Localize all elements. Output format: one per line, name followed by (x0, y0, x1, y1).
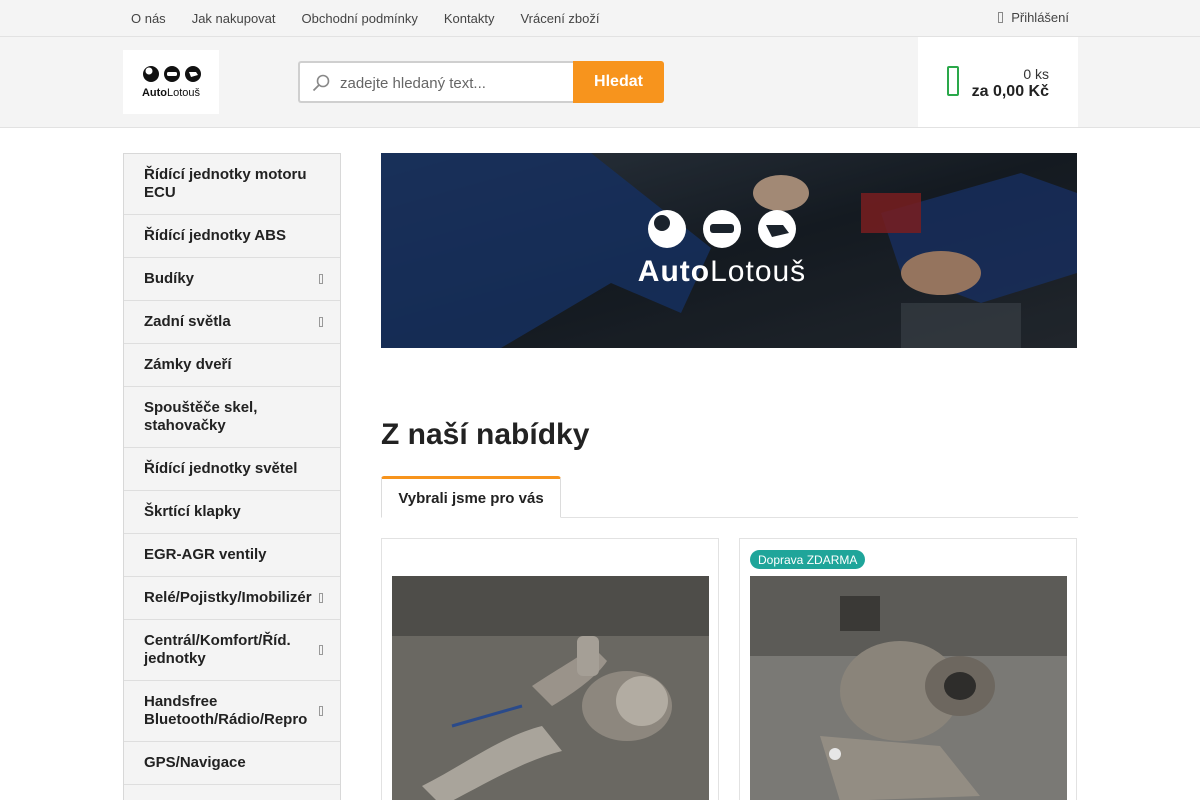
category-label: Centrál/Komfort/Říd. jednotky (144, 632, 291, 667)
search-button[interactable]: Hledat (573, 61, 664, 103)
login-link[interactable]: Přihlášení (998, 0, 1069, 34)
chevron-right-icon (319, 645, 323, 655)
product-card[interactable] (381, 538, 719, 800)
category-item-door-locks[interactable]: Zámky dveří (124, 344, 340, 387)
chevron-right-icon (319, 706, 323, 716)
search-bar: Hledat (298, 61, 664, 103)
product-photo-egr (392, 576, 709, 800)
search-icon (312, 74, 330, 92)
category-label: Relé/Pojistky/Imobilizér (144, 589, 312, 606)
chevron-right-icon (319, 593, 323, 603)
tab-recommended[interactable]: Vybrali jsme pro vás (381, 476, 561, 518)
nav-link-about[interactable]: O nás (118, 11, 179, 26)
search-field-wrapper (298, 61, 574, 103)
category-label: EGR-AGR ventily (144, 546, 267, 563)
category-item-relays[interactable]: Relé/Pojistky/Imobilizér (124, 577, 340, 620)
category-label: Zámky dveří (144, 356, 232, 373)
cart-icon (947, 66, 959, 96)
category-item-ecu[interactable]: Řídící jednotky motoru ECU (124, 154, 340, 215)
category-label: Spouštěče skel, stahovačky (144, 399, 258, 434)
chevron-right-icon (319, 274, 323, 284)
category-item-rear-lights[interactable]: Zadní světla (124, 301, 340, 344)
site-logo[interactable]: AutoLotouš (123, 50, 219, 114)
category-label: Řídící jednotky motoru ECU (144, 166, 307, 201)
category-label: Řídící jednotky ABS (144, 227, 286, 244)
category-item-light-control-units[interactable]: Řídící jednotky světel (124, 448, 340, 491)
nav-link-terms[interactable]: Obchodní podmínky (289, 11, 431, 26)
chevron-right-icon (319, 317, 323, 327)
top-nav-links: O nás Jak nakupovat Obchodní podmínky Ko… (118, 0, 613, 36)
cart-summary[interactable]: 0 ks za 0,00 Kč (918, 37, 1078, 127)
category-item-central-units[interactable]: Centrál/Komfort/Říd. jednotky (124, 620, 340, 681)
category-label: Zadní světla (144, 313, 231, 330)
category-sidebar: Řídící jednotky motoru ECU Řídící jednot… (123, 153, 341, 800)
category-item-gauges[interactable]: Budíky (124, 258, 340, 301)
hero-banner[interactable]: AutoLotouš (381, 153, 1077, 348)
nav-link-how-to-buy[interactable]: Jak nakupovat (179, 11, 289, 26)
search-input[interactable] (340, 72, 568, 94)
product-photo-turbo (750, 576, 1067, 800)
cart-total: za 0,00 Kč (971, 83, 1049, 100)
category-label: GPS/Navigace (144, 754, 246, 771)
category-item-egr-valves[interactable]: EGR-AGR ventily (124, 534, 340, 577)
nav-link-contacts[interactable]: Kontakty (431, 11, 508, 26)
logo-text: AutoLotouš (141, 87, 201, 99)
category-label: Handsfree Bluetooth/Rádio/Repro (144, 693, 308, 728)
product-image[interactable] (750, 576, 1067, 800)
category-label: Řídící jednotky světel (144, 460, 298, 477)
logo-icons (143, 66, 201, 82)
category-item-handsfree[interactable]: Handsfree Bluetooth/Rádio/Repro (124, 681, 340, 742)
section-title: Z naší nabídky (381, 418, 590, 451)
top-navigation: O nás Jak nakupovat Obchodní podmínky Ko… (0, 0, 1200, 37)
category-item-window-regulators[interactable]: Spouštěče skel, stahovačky (124, 387, 340, 448)
free-shipping-badge: Doprava ZDARMA (750, 550, 866, 569)
category-label: Budíky (144, 270, 195, 287)
nav-link-returns[interactable]: Vrácení zboží (507, 11, 612, 26)
product-image[interactable] (392, 576, 709, 800)
user-icon (998, 11, 1004, 23)
category-label: Škrtící klapky (144, 503, 241, 520)
product-card[interactable]: Doprava ZDARMA (739, 538, 1077, 800)
category-item-gps[interactable]: GPS/Navigace (124, 742, 340, 785)
banner-logo-text: AutoLotouš (637, 255, 807, 288)
banner-image (381, 153, 1077, 348)
header: AutoLotouš Hledat 0 ks za 0,00 Kč (0, 37, 1200, 128)
cart-count: 0 ks (1023, 66, 1049, 82)
category-item-abs[interactable]: Řídící jednotky ABS (124, 215, 340, 258)
category-item-throttle-bodies[interactable]: Škrtící klapky (124, 491, 340, 534)
login-label: Přihlášení (1011, 9, 1069, 25)
